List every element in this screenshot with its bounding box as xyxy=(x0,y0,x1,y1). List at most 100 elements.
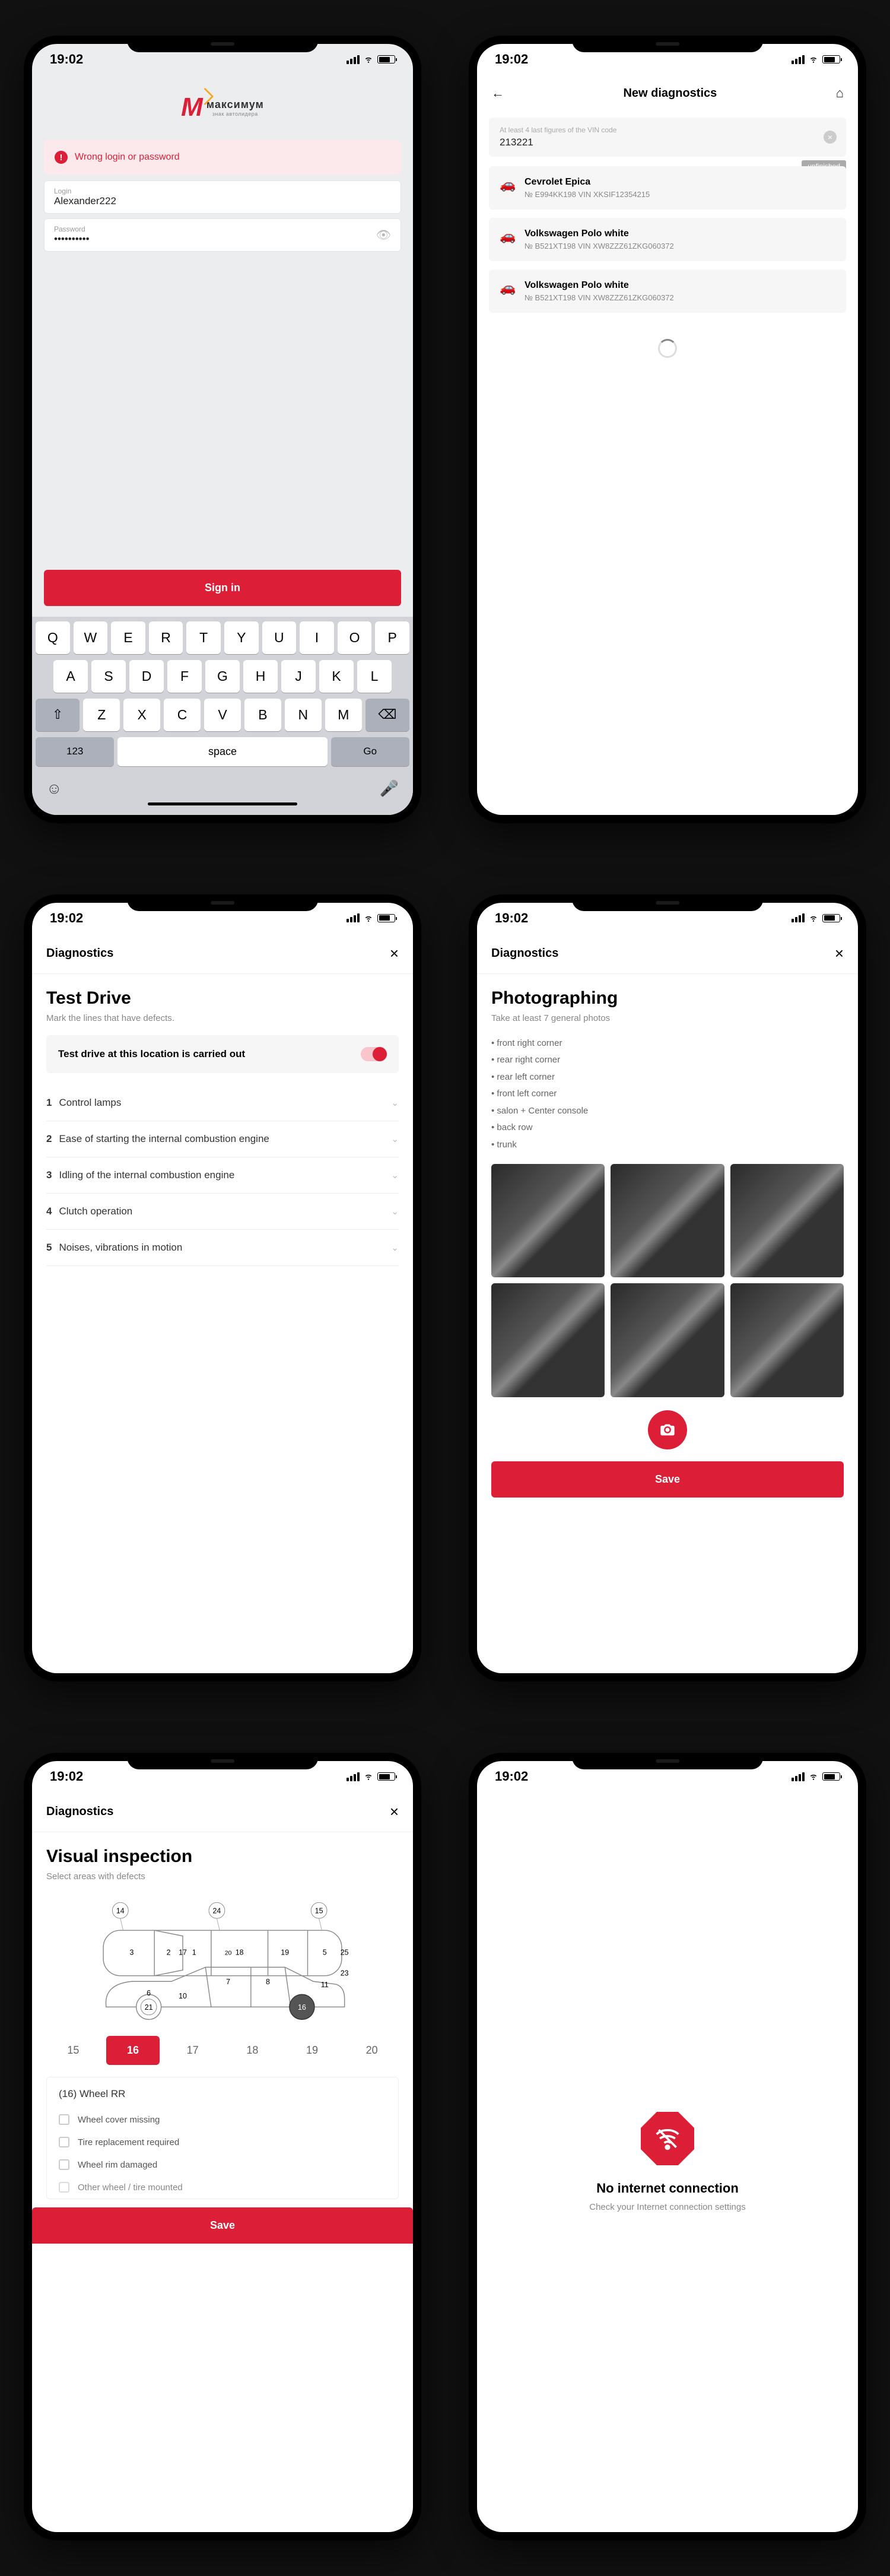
key[interactable]: D xyxy=(129,660,164,693)
key[interactable]: G xyxy=(205,660,240,693)
toggle-row[interactable]: Test drive at this location is carried o… xyxy=(46,1035,399,1073)
key[interactable]: O xyxy=(338,621,372,654)
section-subtitle: Select areas with defects xyxy=(46,1871,399,1882)
key[interactable]: N xyxy=(285,699,322,731)
list-item[interactable]: 4Clutch operation⌄ xyxy=(46,1194,399,1230)
checkbox[interactable] xyxy=(59,2114,69,2125)
photo-thumb[interactable] xyxy=(491,1164,605,1277)
key[interactable]: J xyxy=(281,660,316,693)
login-field[interactable]: Login Alexander222 xyxy=(44,180,401,214)
save-button[interactable]: Save xyxy=(491,1461,844,1498)
list-item[interactable]: 2Ease of starting the internal combustio… xyxy=(46,1121,399,1157)
emoji-icon[interactable]: ☺ xyxy=(46,779,62,798)
mic-icon[interactable]: 🎤 xyxy=(380,779,399,798)
check-row[interactable]: Wheel rim damaged xyxy=(59,2153,386,2176)
key[interactable]: W xyxy=(74,621,108,654)
login-label: Login xyxy=(54,187,391,195)
svg-text:18: 18 xyxy=(236,1948,244,1956)
key[interactable]: Z xyxy=(83,699,120,731)
go-key[interactable]: Go xyxy=(331,737,409,766)
key[interactable]: F xyxy=(167,660,202,693)
photo-thumb[interactable] xyxy=(611,1164,724,1277)
key[interactable]: T xyxy=(186,621,221,654)
checkbox[interactable] xyxy=(59,2182,69,2193)
zone-number[interactable]: 20 xyxy=(345,2036,399,2065)
checkbox[interactable] xyxy=(59,2159,69,2170)
zone-number[interactable]: 15 xyxy=(46,2036,100,2065)
car-detail: № B521XT198 VIN XW8ZZZ61ZKG060372 xyxy=(525,293,674,302)
svg-text:17: 17 xyxy=(179,1948,187,1956)
keyboard[interactable]: Q W E R T Y U I O P A S D xyxy=(32,617,413,815)
key[interactable]: B xyxy=(244,699,281,731)
shift-key[interactable]: ⇧ xyxy=(36,699,80,731)
check-row[interactable]: Other wheel / tire mounted xyxy=(59,2176,386,2199)
svg-text:20: 20 xyxy=(225,1949,232,1956)
space-key[interactable]: space xyxy=(117,737,327,766)
list-item[interactable]: 3Idling of the internal combustion engin… xyxy=(46,1157,399,1194)
svg-text:2: 2 xyxy=(167,1948,171,1956)
key[interactable]: H xyxy=(243,660,278,693)
key[interactable]: L xyxy=(357,660,392,693)
list-item[interactable]: 5Noises, vibrations in motion⌄ xyxy=(46,1230,399,1266)
clock: 19:02 xyxy=(50,52,83,67)
key[interactable]: Q xyxy=(36,621,70,654)
car-diagram[interactable]: 14 24 15 3 2 1 5 25 17 18 19 11 xyxy=(46,1893,399,2024)
clock: 19:02 xyxy=(495,1769,528,1784)
key[interactable]: A xyxy=(53,660,88,693)
list-item[interactable]: 1Control lamps⌄ xyxy=(46,1085,399,1121)
123-key[interactable]: 123 xyxy=(36,737,114,766)
vin-search-input[interactable]: At least 4 last figures of the VIN code … xyxy=(489,118,846,157)
phone-new-diagnostics: 19:02 ← New diagnostics ⌂ At least 4 las… xyxy=(469,36,866,823)
close-icon[interactable]: × xyxy=(390,944,399,963)
zone-number[interactable]: 18 xyxy=(225,2036,279,2065)
photo-thumb[interactable] xyxy=(730,1164,844,1277)
checkbox[interactable] xyxy=(59,2137,69,2147)
key[interactable]: S xyxy=(91,660,126,693)
key[interactable]: U xyxy=(262,621,297,654)
photo-thumb[interactable] xyxy=(730,1283,844,1397)
key[interactable]: E xyxy=(111,621,145,654)
photo-thumb[interactable] xyxy=(611,1283,724,1397)
close-icon[interactable]: × xyxy=(835,944,844,963)
save-button[interactable]: Save xyxy=(32,2207,413,2244)
key[interactable]: I xyxy=(300,621,334,654)
zone-number-active[interactable]: 16 xyxy=(106,2036,160,2065)
backspace-key[interactable]: ⌫ xyxy=(365,699,409,731)
password-field[interactable]: Password •••••••••• 👁 xyxy=(44,218,401,252)
wifi-icon xyxy=(808,1772,819,1781)
close-icon[interactable]: × xyxy=(390,1803,399,1821)
phone-photographing: 19:02 Diagnostics × Photographing Take a… xyxy=(469,894,866,1682)
zone-number[interactable]: 17 xyxy=(166,2036,220,2065)
section-subtitle: Mark the lines that have defects. xyxy=(46,1013,399,1023)
key[interactable]: X xyxy=(123,699,160,731)
zone-number[interactable]: 19 xyxy=(285,2036,339,2065)
section-title: Photographing xyxy=(491,988,844,1008)
signal-icon xyxy=(792,1772,805,1781)
key[interactable]: R xyxy=(149,621,183,654)
back-icon[interactable]: ← xyxy=(491,85,504,101)
toggle-switch[interactable] xyxy=(361,1047,387,1061)
notch xyxy=(127,36,318,52)
car-card[interactable]: 🚗 Cevrolet Epica № E994KK198 VIN XKSIF12… xyxy=(489,166,846,210)
phone-no-internet: 19:02 No internet connection Check your … xyxy=(469,1753,866,2540)
car-card[interactable]: 🚗 Volkswagen Polo white № B521XT198 VIN … xyxy=(489,218,846,261)
photo-thumb[interactable] xyxy=(491,1283,605,1397)
key[interactable]: C xyxy=(164,699,201,731)
home-icon[interactable]: ⌂ xyxy=(836,85,844,101)
check-row[interactable]: Wheel cover missing xyxy=(59,2108,386,2131)
svg-text:23: 23 xyxy=(341,1969,349,1978)
camera-button[interactable] xyxy=(648,1410,687,1449)
key[interactable]: Y xyxy=(224,621,259,654)
car-card[interactable]: 🚗 Volkswagen Polo white № B521XT198 VIN … xyxy=(489,269,846,313)
signin-button[interactable]: Sign in xyxy=(44,570,401,606)
svg-text:15: 15 xyxy=(315,1907,323,1915)
check-row[interactable]: Tire replacement required xyxy=(59,2131,386,2153)
key[interactable]: M xyxy=(325,699,362,731)
eye-icon[interactable]: 👁 xyxy=(376,228,391,243)
svg-text:19: 19 xyxy=(281,1948,289,1956)
key[interactable]: V xyxy=(204,699,241,731)
clear-icon[interactable]: × xyxy=(824,131,837,144)
home-indicator[interactable] xyxy=(148,802,297,805)
key[interactable]: K xyxy=(319,660,354,693)
key[interactable]: P xyxy=(375,621,409,654)
